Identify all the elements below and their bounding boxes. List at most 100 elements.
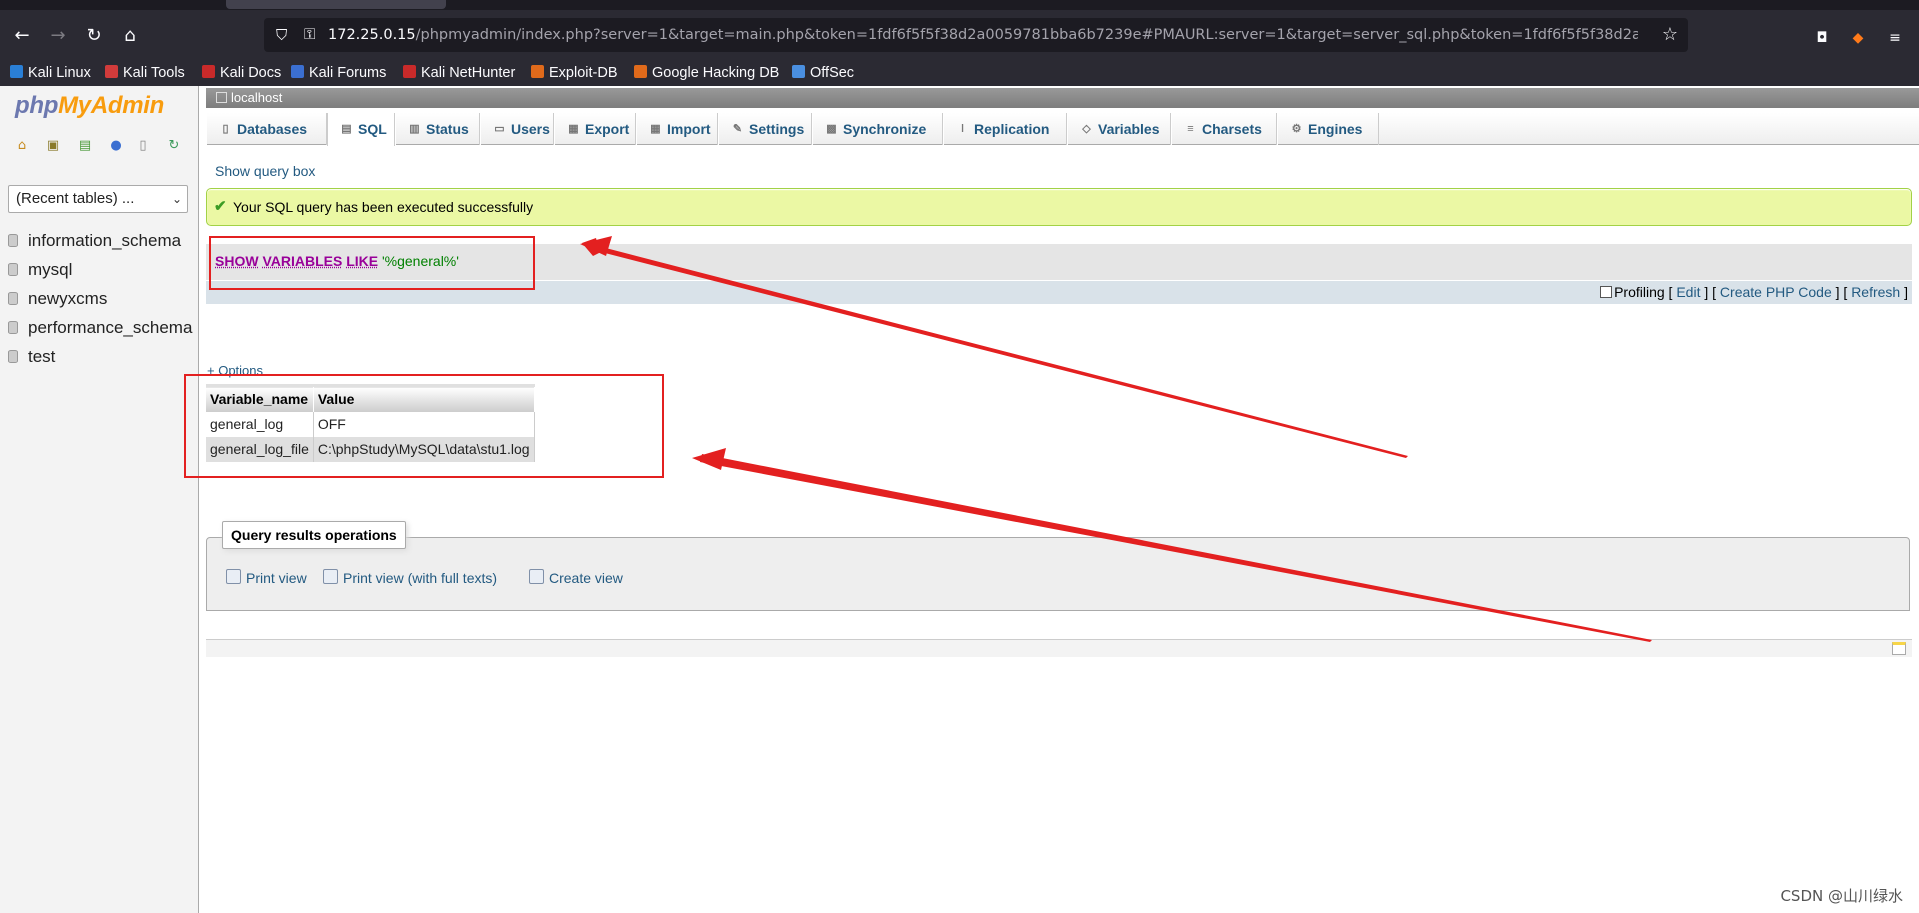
sql-docs-icon[interactable]: ▯ — [135, 138, 151, 154]
kali-icon — [10, 65, 23, 78]
watermark: CSDN @山川绿水 — [1780, 887, 1903, 905]
browser-tab[interactable] — [226, 0, 446, 9]
bookmark-label: Kali Docs — [220, 65, 282, 81]
menu-icon[interactable]: ≡ — [1885, 28, 1905, 48]
create-view-icon — [529, 569, 544, 584]
database-icon — [8, 263, 18, 276]
bookmark-kali-tools[interactable]: Kali Tools — [105, 61, 185, 85]
status-icon: ▥ — [409, 123, 420, 135]
create-php-code-link[interactable]: Create PHP Code — [1720, 284, 1832, 300]
exploit-db-icon — [531, 65, 544, 78]
database-item[interactable]: newyxcms — [0, 284, 199, 313]
shield-icon[interactable]: ⛉ — [276, 26, 292, 44]
home-icon[interactable]: ⌂ — [118, 24, 142, 48]
docs-icon[interactable]: ● — [108, 138, 124, 154]
top-menu-tabs: ▯ Databases ▤ SQL ▥ Status ▭ Users ▦ Export ▦… — [206, 113, 1919, 146]
edit-link[interactable]: Edit — [1676, 284, 1700, 300]
engines-icon: ⚙ — [1291, 123, 1302, 135]
tab-label: Status — [426, 121, 469, 137]
sql-icon: ▤ — [341, 123, 352, 135]
phpmyadmin-logo[interactable]: phpMyAdmin — [15, 92, 164, 120]
url-text[interactable]: 172.25.0.15/phpmyadmin/index.php?server=… — [328, 18, 1638, 52]
tab-label: Export — [585, 121, 630, 137]
database-item[interactable]: performance_schema — [0, 313, 199, 342]
reload-icon[interactable]: ↻ — [82, 24, 106, 48]
page-info-icon[interactable]: ⚿ — [304, 25, 315, 43]
ghdb-icon — [634, 65, 647, 78]
bookmark-label: Kali NetHunter — [421, 65, 516, 81]
success-text: Your SQL query has been executed success… — [233, 199, 534, 215]
create-view-link[interactable]: Create view — [529, 569, 623, 586]
annotation-box-results — [184, 374, 664, 478]
database-item[interactable]: mysql — [0, 255, 199, 284]
print-view-link[interactable]: Print view — [226, 569, 307, 586]
bookmarks-bar: Kali Linux Kali Tools Kali Docs Kali For… — [0, 60, 1919, 86]
annotation-box-query — [209, 236, 535, 290]
replication-icon: ǀ — [960, 123, 965, 135]
show-query-box-link[interactable]: Show query box — [215, 163, 315, 179]
logo-myadmin: MyAdmin — [58, 92, 164, 119]
kali-docs-icon — [202, 65, 215, 78]
bookmark-label: Kali Linux — [28, 65, 91, 81]
console-bar — [206, 639, 1912, 657]
tab-label: Import — [667, 121, 711, 137]
tab-synchronize[interactable]: ▩ Synchronize — [812, 113, 943, 145]
recent-tables-value: (Recent tables) ... — [16, 190, 135, 207]
bookmark-kali-nethunter[interactable]: Kali NetHunter — [403, 61, 515, 85]
bookmark-kali-linux[interactable]: Kali Linux — [10, 61, 91, 85]
console-icon[interactable] — [1892, 642, 1906, 655]
print-view-full-texts-link[interactable]: Print view (with full texts) — [323, 569, 497, 586]
url-bar[interactable]: ⛉ ⚿ 172.25.0.15/phpmyadmin/index.php?ser… — [264, 18, 1688, 52]
offsec-icon — [792, 65, 805, 78]
refresh-link[interactable]: Refresh — [1851, 284, 1900, 300]
bookmark-star-icon[interactable]: ☆ — [1662, 24, 1678, 45]
database-name: newyxcms — [28, 289, 108, 308]
kali-tools-icon — [105, 65, 118, 78]
query-window-icon[interactable]: ▤ — [77, 138, 93, 154]
tab-charsets[interactable]: ≡ Charsets — [1171, 113, 1277, 145]
breadcrumb[interactable]: localhost — [206, 88, 1919, 108]
bookmark-offsec[interactable]: OffSec — [792, 61, 854, 85]
pocket-icon[interactable]: ◘ — [1812, 28, 1832, 48]
tab-export[interactable]: ▦ Export — [554, 113, 636, 145]
tab-settings[interactable]: ✎ Settings — [718, 113, 812, 145]
tab-sql[interactable]: ▤ SQL — [327, 113, 395, 146]
tab-databases[interactable]: ▯ Databases — [206, 113, 327, 145]
database-icon — [8, 321, 18, 334]
export-icon: ▦ — [568, 123, 579, 135]
bookmark-label: Google Hacking DB — [652, 65, 780, 81]
database-item[interactable]: test — [0, 342, 199, 371]
bookmark-kali-docs[interactable]: Kali Docs — [202, 61, 281, 85]
synchronize-icon: ▩ — [826, 123, 837, 135]
reload-nav-icon[interactable]: ↻ — [166, 138, 182, 154]
bookmark-exploit-db[interactable]: Exploit-DB — [531, 61, 618, 85]
server-icon — [216, 92, 227, 103]
database-name: mysql — [28, 260, 73, 279]
tab-users[interactable]: ▭ Users — [480, 113, 554, 145]
tab-import[interactable]: ▦ Import — [636, 113, 718, 145]
tab-engines[interactable]: ⚙ Engines — [1277, 113, 1379, 145]
forward-icon[interactable]: → — [46, 24, 70, 48]
tab-label: Variables — [1098, 121, 1160, 137]
bookmark-google-hacking-db[interactable]: Google Hacking DB — [634, 61, 779, 85]
database-icon — [8, 234, 18, 247]
database-name: information_schema — [28, 231, 182, 250]
database-item[interactable]: information_schema — [0, 226, 199, 255]
bookmark-kali-forums[interactable]: Kali Forums — [291, 61, 386, 85]
tab-status[interactable]: ▥ Status — [395, 113, 480, 145]
home-icon[interactable]: ⌂ — [14, 138, 30, 154]
charsets-icon: ≡ — [1187, 123, 1194, 135]
tab-variables[interactable]: ◇ Variables — [1067, 113, 1171, 145]
extension-icon[interactable]: ◆ — [1848, 28, 1868, 48]
logout-icon[interactable]: ▣ — [45, 138, 61, 154]
back-icon[interactable]: ← — [10, 24, 34, 48]
tab-replication[interactable]: ǀ Replication — [943, 113, 1067, 145]
bookmark-label: Exploit-DB — [549, 65, 618, 81]
database-list: information_schema mysql newyxcms perfor… — [0, 226, 199, 371]
tab-label: Databases — [237, 121, 308, 137]
tab-label: SQL — [358, 121, 387, 137]
bookmark-label: OffSec — [810, 65, 855, 81]
recent-tables-select[interactable]: (Recent tables) ... ⌄ — [8, 185, 188, 213]
variables-icon: ◇ — [1082, 123, 1091, 135]
profiling-checkbox[interactable] — [1600, 286, 1613, 298]
